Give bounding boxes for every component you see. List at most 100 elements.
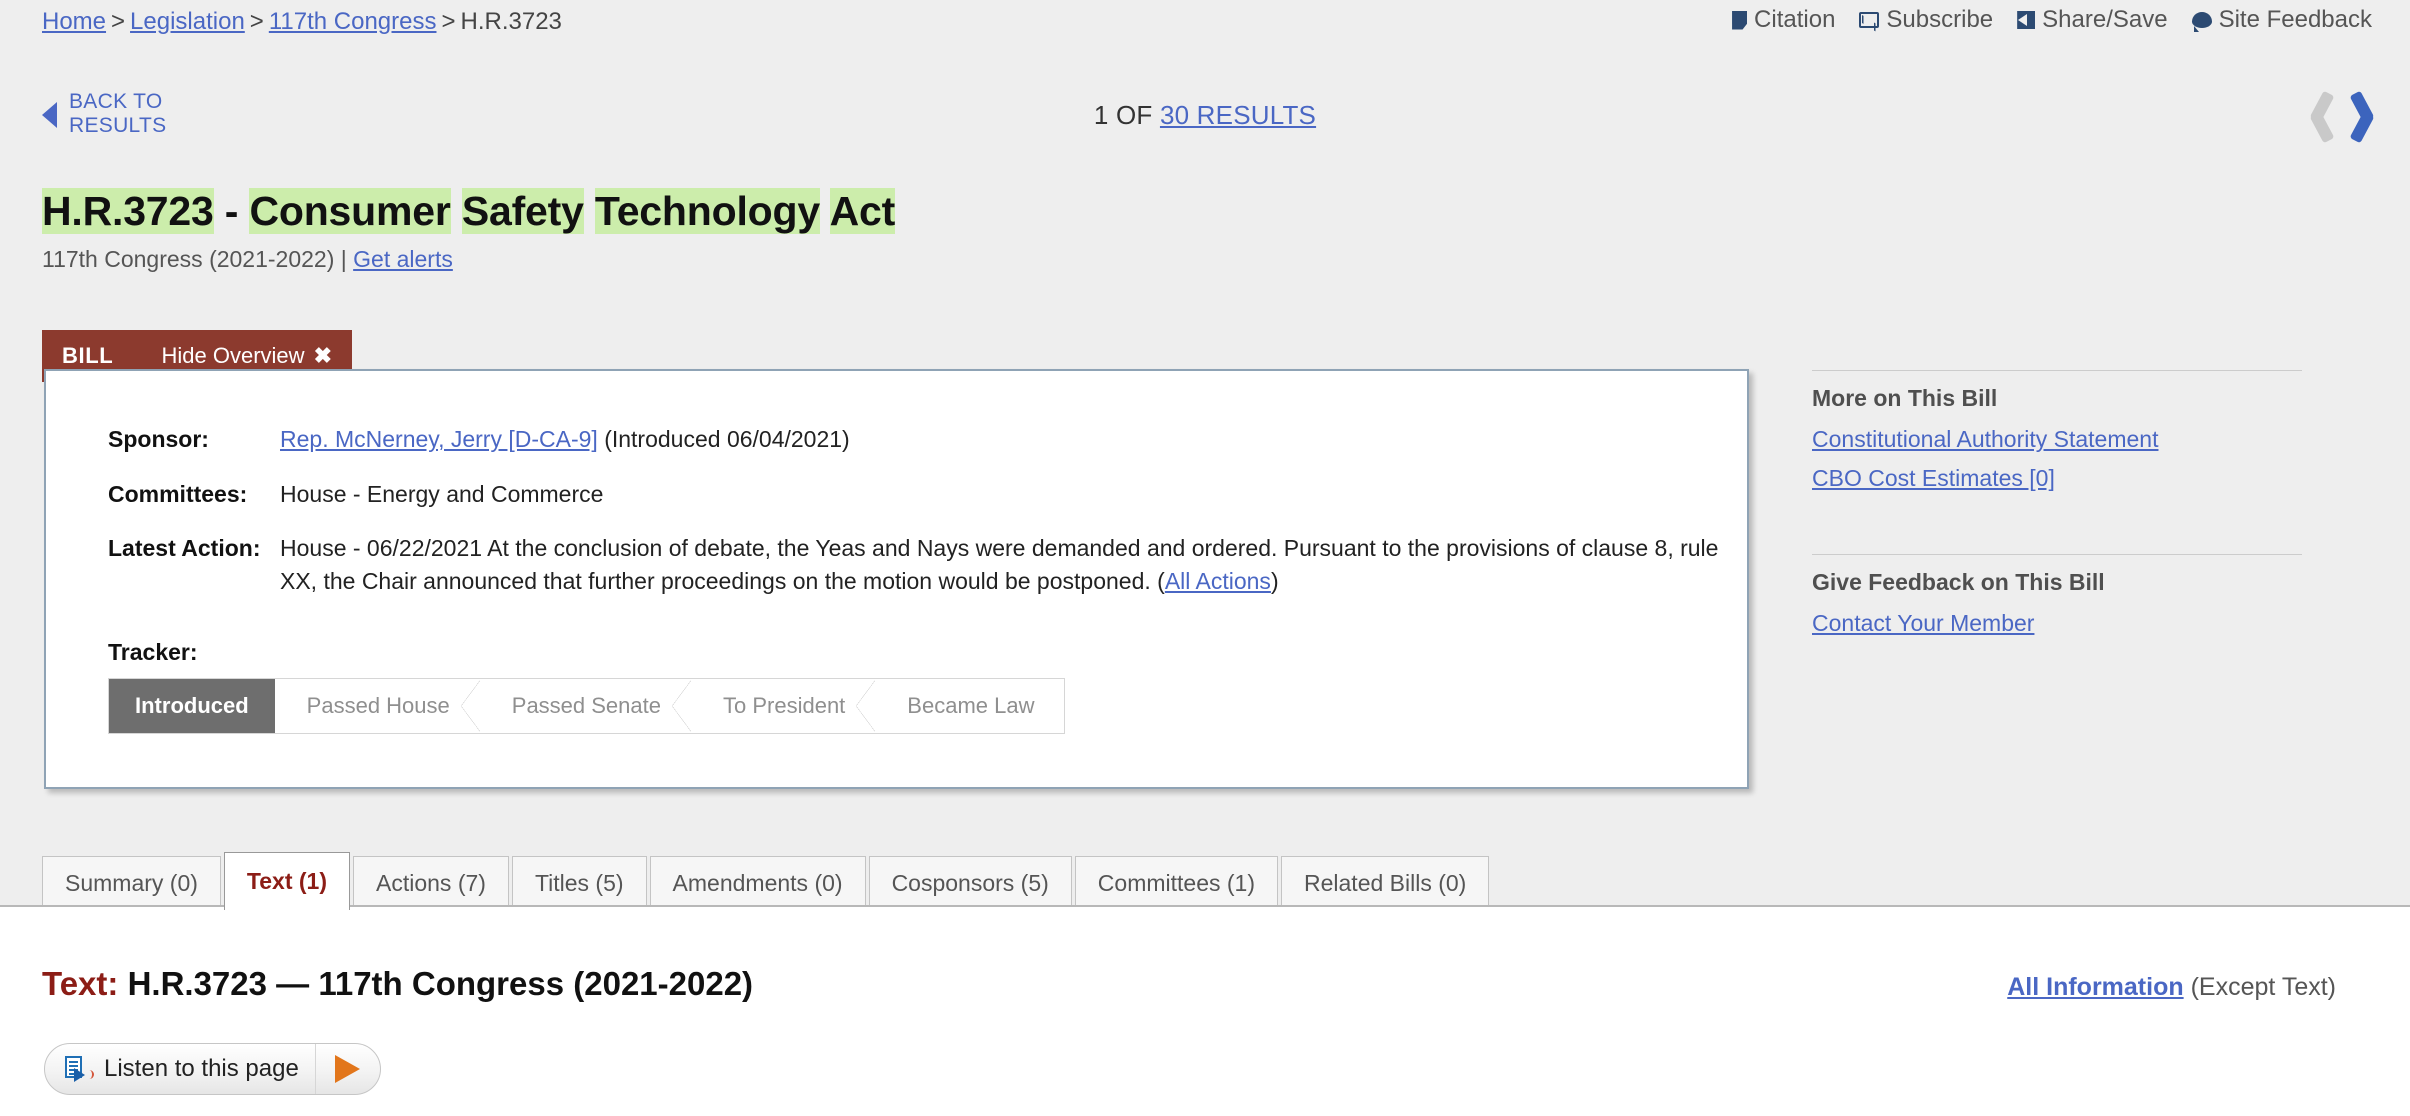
results-counter-link[interactable]: 30 RESULTS: [1160, 100, 1316, 130]
tracker-step-label: Passed Senate: [511, 693, 661, 718]
tracker-label: Tracker:: [108, 639, 198, 665]
breadcrumb: Home > Legislation >117th Congress > H.R.3723: [42, 8, 562, 36]
tracker-step-label: Introduced: [135, 693, 249, 718]
title-word: Technology: [594, 188, 820, 234]
latest-action-label: Latest Action:: [108, 535, 261, 562]
tracker-step-label: Passed House: [306, 693, 450, 718]
tracker-step-passed-house[interactable]: Passed House: [274, 679, 481, 733]
bill-subtitle: 117th Congress (2021-2022) | Get alerts: [42, 246, 453, 273]
share-save-label: Share/Save: [2042, 6, 2168, 33]
citation-label: Citation: [1754, 6, 1836, 33]
get-alerts-link[interactable]: Get alerts: [353, 246, 453, 272]
tab-related-bills[interactable]: Related Bills (0): [1281, 856, 1490, 910]
all-information-link[interactable]: All Information: [2007, 973, 2183, 1001]
tracker-step-to-president[interactable]: To President: [691, 679, 877, 733]
results-counter: 1 OF 30 RESULTS: [0, 100, 2410, 131]
share-save-button[interactable]: Share/Save: [2017, 6, 2168, 34]
results-counter-prefix: 1 OF: [1093, 100, 1153, 130]
breadcrumb-separator: >: [249, 8, 264, 35]
title-word: Consumer: [249, 188, 451, 234]
tab-label: Actions (7): [376, 870, 486, 896]
subscribe-button[interactable]: Subscribe: [1859, 6, 1993, 34]
readspeaker-main[interactable]: Listen to this page: [45, 1044, 316, 1094]
listen-label: Listen to this page: [104, 1055, 299, 1082]
title-dash: -: [213, 188, 250, 234]
all-information-suffix: (Except Text): [2183, 973, 2336, 1001]
all-actions-open-paren: (: [1150, 567, 1165, 594]
play-icon: [335, 1055, 361, 1083]
contact-your-member-link[interactable]: Contact Your Member: [1812, 610, 2302, 637]
tab-label: Text (1): [246, 868, 327, 894]
all-information-block: All Information (Except Text): [2007, 973, 2336, 1002]
latest-action-text: House - 06/22/2021 At the conclusion of …: [280, 535, 1719, 594]
pager-arrows: [2302, 88, 2390, 146]
previous-result-icon[interactable]: [2302, 88, 2336, 146]
bill-overview-panel: Sponsor: Rep. McNerney, Jerry [D-CA-9] (…: [44, 369, 1749, 789]
breadcrumb-separator: >: [111, 8, 126, 35]
sponsor-introduced-date: (Introduced 06/04/2021): [597, 426, 850, 452]
page-title: H.R.3723 - Consumer Safety Technology Ac…: [42, 188, 895, 235]
tab-label: Related Bills (0): [1304, 870, 1467, 896]
text-heading-rest: H.R.3723 — 117th Congress (2021-2022): [118, 965, 754, 1002]
tab-titles[interactable]: Titles (5): [511, 856, 647, 910]
bill-progress-tracker: Introduced Passed House Passed Senate To…: [108, 678, 1066, 734]
latest-action-row: Latest Action: House - 06/22/2021 At the…: [108, 532, 1719, 597]
tracker-step-passed-senate[interactable]: Passed Senate: [479, 679, 693, 733]
tab-amendments[interactable]: Amendments (0): [649, 856, 866, 910]
readspeaker-play-button[interactable]: [316, 1044, 380, 1094]
feedback-block: Give Feedback on This Bill Contact Your …: [1812, 554, 2302, 637]
more-on-this-bill-heading: More on This Bill: [1812, 385, 1998, 411]
tracker-step-label: To President: [723, 693, 846, 718]
tab-label: Summary (0): [65, 870, 198, 896]
sponsor-value: Rep. McNerney, Jerry [D-CA-9] (Introduce…: [280, 423, 850, 456]
close-icon: ✖: [313, 343, 332, 368]
cbo-cost-estimates-link[interactable]: CBO Cost Estimates [0]: [1812, 465, 2302, 492]
give-feedback-heading: Give Feedback on This Bill: [1812, 569, 2105, 595]
sidebar-divider: [1812, 554, 2302, 555]
utility-bar: Citation Subscribe Share/Save Site Feedb…: [1732, 6, 2372, 34]
sponsor-link[interactable]: Rep. McNerney, Jerry [D-CA-9]: [280, 426, 598, 452]
sponsor-label: Sponsor:: [108, 426, 209, 452]
tab-cosponsors[interactable]: Cosponsors (5): [868, 856, 1072, 910]
hide-overview-label: Hide Overview: [161, 343, 305, 368]
tab-summary[interactable]: Summary (0): [42, 856, 221, 910]
breadcrumb-item-home[interactable]: Home: [42, 8, 106, 35]
bill-number: H.R.3723: [42, 188, 214, 234]
tracker-step-became-law[interactable]: Became Law: [875, 679, 1065, 733]
sidebar-divider: [1812, 370, 2302, 371]
tracker-step-introduced[interactable]: Introduced: [109, 679, 294, 733]
text-section-heading: Text: H.R.3723 — 117th Congress (2021-20…: [42, 965, 753, 1003]
breadcrumb-item-legislation[interactable]: Legislation: [130, 8, 245, 35]
breadcrumb-item-current: H.R.3723: [460, 8, 562, 35]
tab-label: Amendments (0): [672, 870, 843, 896]
tab-text[interactable]: Text (1): [223, 852, 350, 910]
all-actions-close-paren: ): [1270, 567, 1279, 594]
tracker-step-label: Became Law: [907, 693, 1035, 718]
citation-button[interactable]: Citation: [1732, 6, 1835, 34]
breadcrumb-item-117th-congress[interactable]: 117th Congress: [269, 8, 437, 35]
next-result-icon[interactable]: [2356, 88, 2390, 146]
tab-label: Committees (1): [1097, 870, 1255, 896]
subtitle-separator: |: [340, 246, 347, 272]
listen-to-this-page-button[interactable]: Listen to this page: [44, 1043, 381, 1095]
title-word: Act: [829, 188, 896, 234]
envelope-icon: [1859, 12, 1880, 28]
tab-label: Titles (5): [534, 870, 624, 896]
speaker-document-icon: [65, 1056, 94, 1082]
tab-label: Cosponsors (5): [891, 870, 1049, 896]
bill-sidebar: More on This Bill Constitutional Authori…: [1812, 370, 2302, 649]
site-feedback-button[interactable]: Site Feedback: [2191, 6, 2372, 34]
latest-action-value: House - 06/22/2021 At the conclusion of …: [280, 532, 1719, 597]
all-actions-link[interactable]: All Actions: [1165, 568, 1271, 594]
bill-overview-rows: Sponsor: Rep. McNerney, Jerry [D-CA-9] (…: [108, 423, 1719, 620]
tab-actions[interactable]: Actions (7): [353, 856, 509, 910]
hide-overview-button[interactable]: Hide Overview ✖: [162, 343, 332, 369]
bill-tabs: Summary (0) Text (1) Actions (7) Titles …: [42, 852, 1490, 910]
tab-committees[interactable]: Committees (1): [1074, 856, 1278, 910]
chat-bubble-icon: [2191, 12, 2212, 32]
citation-icon: [1732, 10, 1748, 30]
committees-value: House - Energy and Commerce: [280, 480, 604, 507]
constitutional-authority-statement-link[interactable]: Constitutional Authority Statement: [1812, 426, 2302, 453]
site-feedback-label: Site Feedback: [2218, 6, 2372, 33]
title-word: Safety: [461, 188, 584, 234]
